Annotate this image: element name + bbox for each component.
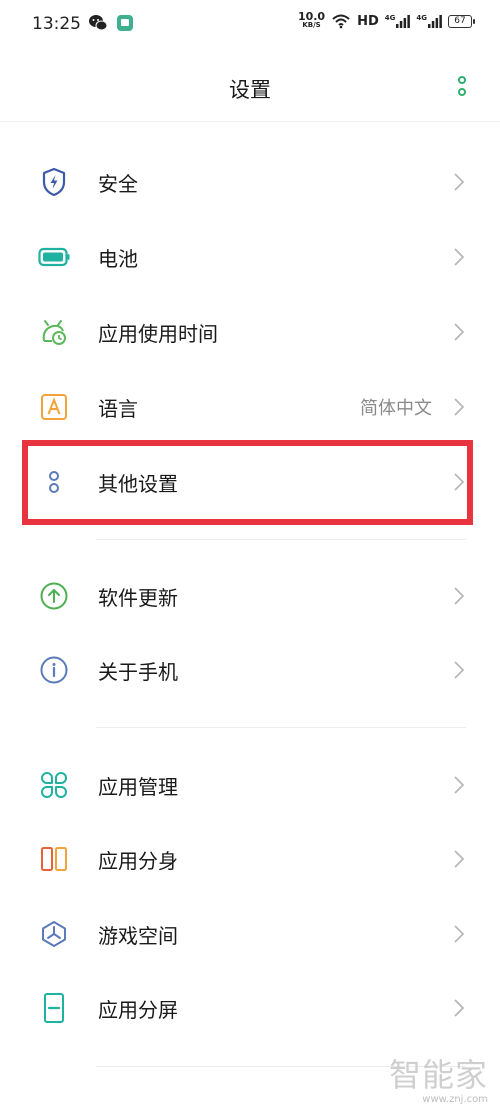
signal-4g-label: 4G — [416, 14, 427, 22]
battery-indicator: 67 — [448, 14, 475, 28]
chevron-right-icon — [454, 999, 465, 1017]
chevron-right-icon — [454, 248, 465, 266]
info-circle-icon — [38, 654, 70, 686]
status-time: 13:25 — [32, 14, 81, 34]
chevron-right-icon — [454, 661, 465, 679]
chevron-right-icon — [454, 587, 465, 605]
watermark: 智能家 www.znj.com — [389, 1050, 488, 1105]
game-space-icon — [38, 918, 70, 950]
settings-item-label: 语言 — [98, 396, 138, 421]
settings-item-split-screen[interactable]: 应用分屏 — [0, 972, 500, 1044]
chevron-right-icon — [454, 398, 465, 416]
watermark-logo: 智能家 — [388, 1056, 488, 1094]
battery-icon — [38, 241, 70, 273]
status-right-group: 10.0 KB/S HD 4G 4G 67 — [297, 10, 475, 30]
net-speed: 10.0 KB/S — [297, 10, 326, 30]
signal-bars-icon — [428, 15, 442, 28]
signal-4g-1: 4G — [385, 14, 411, 28]
more-dot-icon — [458, 76, 466, 84]
timer-icon — [38, 316, 70, 348]
net-speed-unit: KB/S — [302, 21, 321, 29]
settings-item-label: 应用管理 — [98, 774, 178, 799]
settings-item-app-management[interactable]: 应用管理 — [0, 749, 500, 821]
arrow-up-circle-icon — [38, 580, 70, 612]
settings-item-label: 安全 — [98, 171, 138, 196]
split-screen-icon — [38, 992, 70, 1024]
net-speed-value: 10.0 — [297, 10, 326, 23]
wechat-icon — [89, 15, 108, 31]
settings-item-app-clone[interactable]: 应用分身 — [0, 823, 500, 895]
settings-item-label: 应用使用时间 — [98, 321, 218, 346]
settings-item-about-phone[interactable]: 关于手机 — [0, 634, 500, 706]
watermark-url: www.znj.com — [422, 1094, 488, 1105]
settings-item-security[interactable]: 安全 — [0, 146, 500, 218]
settings-item-label: 游戏空间 — [98, 923, 178, 948]
language-current-value: 简体中文 — [360, 398, 432, 419]
settings-item-game-space[interactable]: 游戏空间 — [0, 898, 500, 970]
more-options-button[interactable] — [454, 74, 470, 102]
settings-item-language[interactable]: 语言 简体中文 — [0, 371, 500, 443]
settings-item-software-update[interactable]: 软件更新 — [0, 560, 500, 632]
two-rectangles-icon — [38, 843, 70, 875]
settings-item-label: 软件更新 — [98, 585, 178, 610]
settings-item-label: 应用分屏 — [98, 997, 178, 1022]
app-notification-icon — [117, 15, 133, 31]
highlight-box — [22, 440, 473, 525]
chevron-right-icon — [454, 925, 465, 943]
signal-bars-icon — [396, 15, 411, 28]
settings-item-battery[interactable]: 电池 — [0, 221, 500, 293]
letter-a-icon — [38, 391, 70, 423]
status-notification-icons — [88, 14, 134, 32]
settings-item-label: 电池 — [98, 246, 138, 271]
more-dot-icon — [458, 88, 466, 96]
status-bar: 13:25 10.0 KB/S HD 4G 4G 67 — [0, 0, 500, 48]
chevron-right-icon — [454, 776, 465, 794]
page-title: 设置 — [229, 78, 271, 102]
header-divider — [0, 121, 500, 122]
settings-item-label: 关于手机 — [98, 659, 178, 684]
signal-4g-2: 4G — [416, 14, 442, 28]
settings-item-app-usage-time[interactable]: 应用使用时间 — [0, 296, 500, 368]
wifi-icon — [332, 14, 350, 29]
settings-item-label: 应用分身 — [98, 848, 178, 873]
hd-indicator: HD — [357, 13, 379, 29]
chevron-right-icon — [454, 850, 465, 868]
signal-4g-label: 4G — [384, 14, 396, 22]
chevron-right-icon — [454, 173, 465, 191]
section-divider — [96, 539, 466, 540]
header: 设置 — [0, 62, 500, 118]
four-loops-icon — [38, 769, 70, 801]
shield-bolt-icon — [38, 166, 70, 198]
chevron-right-icon — [454, 323, 465, 341]
section-divider — [96, 727, 466, 728]
